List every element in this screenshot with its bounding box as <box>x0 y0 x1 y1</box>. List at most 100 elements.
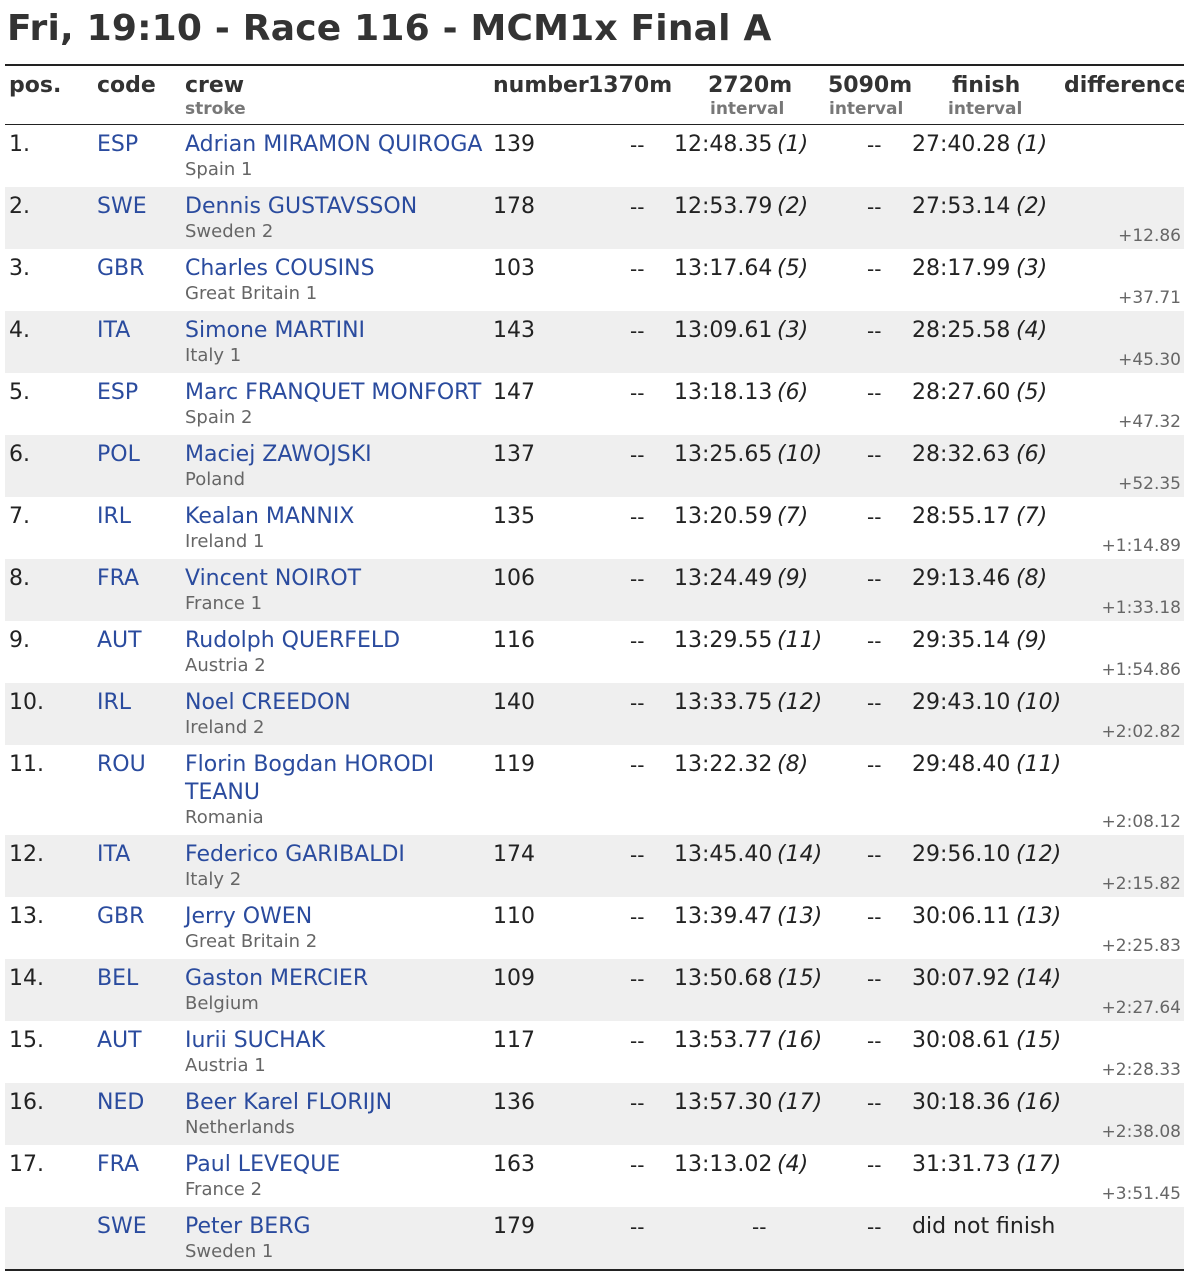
country-code-link[interactable]: ITA <box>97 841 130 869</box>
athlete-link[interactable]: Marc FRANQUET MONFORT <box>185 380 481 405</box>
crew-name: France 1 <box>185 593 263 614</box>
split-1370: -- <box>630 443 645 467</box>
athlete-link[interactable]: Dennis GUSTAVSSON <box>185 194 417 219</box>
split-2720-time: 12:53.79 <box>674 194 773 219</box>
split-1370: -- <box>630 195 645 219</box>
difference: +2:15.82 <box>1101 874 1181 894</box>
crew-name: Belgium <box>185 993 259 1014</box>
finish-rank: (7) <box>1016 504 1048 529</box>
country-code-link[interactable]: ESP <box>97 131 138 159</box>
split-1370: -- <box>630 319 645 343</box>
country-code-link[interactable]: SWE <box>97 193 147 221</box>
header-difference: difference <box>1064 73 1184 98</box>
finish-time: 29:48.40 <box>912 752 1011 777</box>
split-2720-rank: (13) <box>777 904 823 929</box>
finish-rank: (2) <box>1016 194 1048 219</box>
split-2720-rank: (3) <box>777 318 809 343</box>
athlete-link[interactable]: Noel CREEDON <box>185 690 351 715</box>
finish-time: 29:56.10 <box>912 842 1011 867</box>
table-row: 2. SWE Dennis GUSTAVSSON Sweden 2 178 --… <box>5 187 1184 249</box>
split-2720-time: 13:09.61 <box>674 318 773 343</box>
position: 5. <box>9 380 30 405</box>
athlete-link[interactable]: Simone MARTINI <box>185 318 365 343</box>
country-code-link[interactable]: IRL <box>97 689 131 717</box>
athlete-link[interactable]: Beer Karel FLORIJN <box>185 1090 392 1115</box>
position: 12. <box>9 842 44 867</box>
split-5090: -- <box>867 381 882 405</box>
finish-time: 30:07.92 <box>912 966 1011 991</box>
finish-time: 27:53.14 <box>912 194 1011 219</box>
crew-name: Italy 1 <box>185 345 242 366</box>
finish-rank: (12) <box>1016 842 1062 867</box>
finish-rank: (16) <box>1016 1090 1062 1115</box>
position: 13. <box>9 904 44 929</box>
boat-number: 136 <box>493 1090 535 1115</box>
finish-rank: (17) <box>1016 1152 1062 1177</box>
header-pos: pos. <box>9 73 62 98</box>
country-code-link[interactable]: SWE <box>97 1213 147 1241</box>
finish-rank: (5) <box>1016 380 1048 405</box>
finish-rank: (1) <box>1016 132 1048 157</box>
athlete-link[interactable]: Federico GARIBALDI <box>185 842 405 867</box>
split-1370: -- <box>630 1091 645 1115</box>
boat-number: 119 <box>493 752 535 777</box>
position: 14. <box>9 966 44 991</box>
athlete-link[interactable]: Kealan MANNIX <box>185 504 354 529</box>
position: 16. <box>9 1090 44 1115</box>
athlete-link[interactable]: Adrian MIRAMON QUIROGA <box>185 132 482 157</box>
athlete-link[interactable]: Gaston MERCIER <box>185 966 368 991</box>
boat-number: 139 <box>493 132 535 157</box>
finish-time: 30:18.36 <box>912 1090 1011 1115</box>
crew-name: Austria 1 <box>185 1055 266 1076</box>
table-row: 5. ESP Marc FRANQUET MONFORT Spain 2 147… <box>5 373 1184 435</box>
split-2720-rank: (1) <box>777 132 809 157</box>
split-5090: -- <box>867 567 882 591</box>
country-code-link[interactable]: ITA <box>97 317 130 345</box>
split-2720-rank: (8) <box>777 752 809 777</box>
table-body: 1. ESP Adrian MIRAMON QUIROGA Spain 1 13… <box>5 125 1184 1269</box>
athlete-link[interactable]: Vincent NOIROT <box>185 566 361 591</box>
crew-name: Italy 2 <box>185 869 242 890</box>
country-code-link[interactable]: GBR <box>97 903 144 931</box>
split-1370: -- <box>630 753 645 777</box>
country-code-link[interactable]: BEL <box>97 965 138 993</box>
split-2720-rank: (4) <box>777 1152 809 1177</box>
boat-number: 143 <box>493 318 535 343</box>
athlete-link[interactable]: Rudolph QUERFELD <box>185 628 400 653</box>
athlete-link[interactable]: Florin Bogdan HORODI TEANU <box>185 751 485 807</box>
athlete-link[interactable]: Peter BERG <box>185 1214 311 1239</box>
finish-rank: (14) <box>1016 966 1062 991</box>
crew-name: Spain 2 <box>185 407 253 428</box>
athlete-link[interactable]: Jerry OWEN <box>185 904 312 929</box>
athlete-link[interactable]: Paul LEVEQUE <box>185 1152 340 1177</box>
athlete-link[interactable]: Iurii SUCHAK <box>185 1028 325 1053</box>
split-2720-rank: (5) <box>777 256 809 281</box>
table-row: 4. ITA Simone MARTINI Italy 1 143 -- 13:… <box>5 311 1184 373</box>
position: 8. <box>9 566 30 591</box>
country-code-link[interactable]: GBR <box>97 255 144 283</box>
country-code-link[interactable]: AUT <box>97 1027 142 1055</box>
table-row: 7. IRL Kealan MANNIX Ireland 1 135 -- 13… <box>5 497 1184 559</box>
split-2720-rank: (2) <box>777 194 809 219</box>
country-code-link[interactable]: FRA <box>97 565 139 593</box>
header-split-5090-sub: interval <box>829 99 904 119</box>
country-code-link[interactable]: IRL <box>97 503 131 531</box>
country-code-link[interactable]: NED <box>97 1089 144 1117</box>
split-1370: -- <box>630 967 645 991</box>
position: 10. <box>9 690 44 715</box>
boat-number: 117 <box>493 1028 535 1053</box>
country-code-link[interactable]: ESP <box>97 379 138 407</box>
difference: +3:51.45 <box>1101 1184 1181 1204</box>
country-code-link[interactable]: ROU <box>97 751 146 779</box>
header-crew: crew <box>185 73 245 98</box>
country-code-link[interactable]: AUT <box>97 627 142 655</box>
difference: +52.35 <box>1118 474 1181 494</box>
finish-time: 28:17.99 <box>912 256 1011 281</box>
split-1370: -- <box>630 905 645 929</box>
athlete-link[interactable]: Charles COUSINS <box>185 256 375 281</box>
country-code-link[interactable]: POL <box>97 441 140 469</box>
header-finish: finish <box>952 73 1021 98</box>
athlete-link[interactable]: Maciej ZAWOJSKI <box>185 442 372 467</box>
country-code-link[interactable]: FRA <box>97 1151 139 1179</box>
finish-time: 29:35.14 <box>912 628 1011 653</box>
